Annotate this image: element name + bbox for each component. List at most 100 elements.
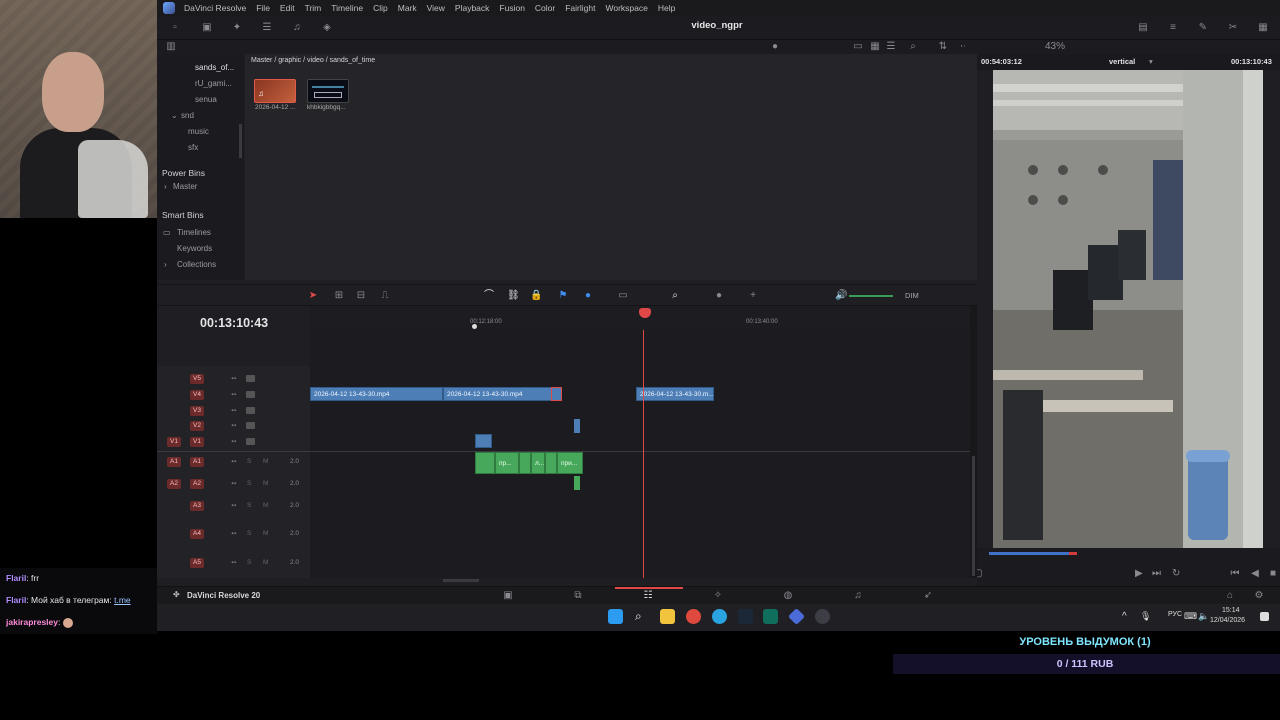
list-detail-icon[interactable]: ☰ (885, 41, 897, 53)
edit-index-icon[interactable]: ☰ (261, 22, 273, 34)
edit-page-icon[interactable]: ☷ (642, 590, 654, 602)
timeline-clip-video-small[interactable] (574, 419, 580, 433)
zoom-full-icon[interactable]: ▭ (617, 290, 629, 302)
track-header-a1[interactable]: A1 A1 ⇔ S M 2.0 (157, 455, 310, 469)
solo-button[interactable]: S (247, 502, 251, 509)
media-page-icon[interactable]: ▣ (502, 590, 514, 602)
menu-playback[interactable]: Playback (450, 3, 495, 13)
mute-button[interactable]: M (263, 530, 268, 537)
timeline-clip-video[interactable]: 2026-04-12 13-43-30.mp4 (310, 387, 443, 401)
menu-fusion[interactable]: Fusion (494, 3, 530, 13)
menu-mark[interactable]: Mark (393, 3, 422, 13)
breadcrumb[interactable]: Master / graphic / video / sands_of_time (251, 57, 375, 64)
search-icon[interactable]: ⌕ (907, 41, 919, 53)
menu-file[interactable]: File (251, 3, 275, 13)
viewer-mode-dropdown[interactable]: vertical (1109, 57, 1135, 66)
solo-button[interactable]: S (247, 458, 251, 465)
bin-item[interactable]: rU_gami... (195, 79, 232, 88)
home-icon[interactable]: ⌂ (1224, 590, 1236, 602)
auto-track-icon[interactable]: ⇔ (230, 373, 238, 382)
microphone-icon[interactable]: 🎙 (1140, 611, 1151, 622)
track-header-v1[interactable]: V1 V1 ⇔ (157, 435, 310, 449)
timeline-clip-video[interactable]: 2026-04-12 13-43-30.mp4 (443, 387, 556, 401)
timeline-clip-audio[interactable]: при... (557, 452, 583, 474)
timeline-horizontal-scrollbar[interactable] (443, 579, 479, 582)
auto-track-icon[interactable]: ⇔ (230, 557, 238, 566)
source-track-badge[interactable]: A1 (167, 457, 181, 467)
menu-timeline[interactable]: Timeline (326, 3, 368, 13)
menu-view[interactable]: View (422, 3, 450, 13)
auto-track-icon[interactable]: ⇔ (230, 500, 238, 509)
menu-trim[interactable]: Trim (300, 3, 327, 13)
track-header-a3[interactable]: A3 ⇔ S M 2.0 (157, 499, 310, 513)
chat-link[interactable]: t.me (114, 595, 131, 605)
fusion-page-icon[interactable]: ✧ (712, 590, 724, 602)
viewer-zoom-label[interactable]: 43% (1045, 41, 1065, 53)
menu-fairlight[interactable]: Fairlight (560, 3, 600, 13)
playhead[interactable] (643, 330, 644, 578)
selection-tool-icon[interactable]: ➤ (307, 290, 319, 302)
trim-tool-icon[interactable]: ⊞ (333, 290, 345, 302)
track-header-v2[interactable]: V2 ⇔ (157, 419, 310, 433)
timeline-clip-audio[interactable] (519, 452, 531, 474)
mute-button[interactable]: M (263, 559, 268, 566)
settings-gear-icon[interactable]: ⚙ (1253, 590, 1265, 602)
source-track-badge[interactable]: A2 (167, 479, 181, 489)
settings-icon[interactable]: ✎ (1197, 22, 1209, 34)
solo-button[interactable]: S (247, 530, 251, 537)
scissors-icon[interactable]: ✂ (1227, 22, 1239, 34)
chevron-right-icon[interactable]: › (164, 182, 167, 191)
lock-track-icon[interactable] (246, 422, 255, 429)
in-point-marker[interactable] (472, 324, 477, 329)
chevron-up-icon[interactable]: ^ (1122, 611, 1127, 622)
cut-page-icon[interactable]: ⧉ (572, 590, 584, 602)
menu-clip[interactable]: Clip (368, 3, 393, 13)
lock-track-icon[interactable] (246, 391, 255, 398)
auto-track-icon[interactable]: ⇔ (230, 389, 238, 398)
timeline-clip-audio[interactable] (475, 452, 495, 474)
bin-item[interactable]: sands_of... (195, 63, 234, 72)
timeline-clip-audio-small[interactable] (574, 476, 580, 490)
loop-icon[interactable]: ↻ (1172, 568, 1180, 579)
volume-slider[interactable] (849, 295, 893, 297)
auto-track-icon[interactable]: ⇔ (230, 405, 238, 414)
timeline-tracks[interactable]: 2026-04-12 13-43-30.mp4 2026-04-12 13-43… (310, 330, 970, 578)
zoom-in-icon[interactable]: + (747, 290, 759, 302)
clip-thumbnail[interactable]: ♫ (254, 79, 296, 103)
file-explorer-icon[interactable] (660, 609, 675, 624)
zoom-custom-icon[interactable]: ⌕ (669, 290, 681, 302)
track-header-a4[interactable]: A4 ⇔ S M 2.0 (157, 527, 310, 541)
track-header-v4[interactable]: V4 ⇔ (157, 388, 310, 402)
panel-toggle-icon[interactable]: ▫ (169, 22, 181, 34)
telegram-icon[interactable] (712, 609, 727, 624)
bin-item[interactable]: sfx (188, 143, 198, 152)
mute-button[interactable]: M (263, 458, 268, 465)
bin-scrollbar[interactable] (239, 124, 242, 158)
clip-thumbnail[interactable] (307, 79, 349, 103)
mixer-icon[interactable]: ▤ (1137, 22, 1149, 34)
track-header-a5[interactable]: A5 ⇔ S M 2.0 (157, 556, 310, 570)
notification-icon[interactable] (1260, 612, 1269, 621)
network-icon[interactable]: ⌨ (1184, 611, 1197, 622)
track-header-a2[interactable]: A2 A2 ⇔ S M 2.0 (157, 477, 310, 491)
smart-bin-item[interactable]: Timelines (177, 228, 211, 237)
lock-track-icon[interactable] (246, 375, 255, 382)
auto-track-icon[interactable]: ⇔ (230, 478, 238, 487)
timeline-clip-audio[interactable]: л... (531, 452, 545, 474)
window-layout-icon[interactable]: ▦ (1257, 22, 1269, 34)
skip-forward-icon[interactable]: ⏭ (1152, 568, 1161, 579)
speaker-icon[interactable]: 🔈 (1198, 611, 1209, 622)
sort-icon[interactable]: ⇅ (937, 41, 949, 53)
bin-item[interactable]: music (188, 127, 209, 136)
menu-edit[interactable]: Edit (275, 3, 300, 13)
selected-clip-edge[interactable] (551, 387, 562, 401)
menu-help[interactable]: Help (653, 3, 680, 13)
app-icon[interactable] (763, 609, 778, 624)
timeline-clip-video[interactable]: 2026-04-12 13-43-30.m... (636, 387, 714, 401)
auto-track-icon[interactable]: ⇔ (230, 420, 238, 429)
lock-track-icon[interactable] (246, 407, 255, 414)
power-bin-master[interactable]: Master (173, 182, 197, 191)
timeline-clip-audio[interactable]: пр... (495, 452, 519, 474)
zoom-slider-icon[interactable]: ● (713, 290, 725, 302)
inspector-icon[interactable]: ◈ (321, 22, 333, 34)
